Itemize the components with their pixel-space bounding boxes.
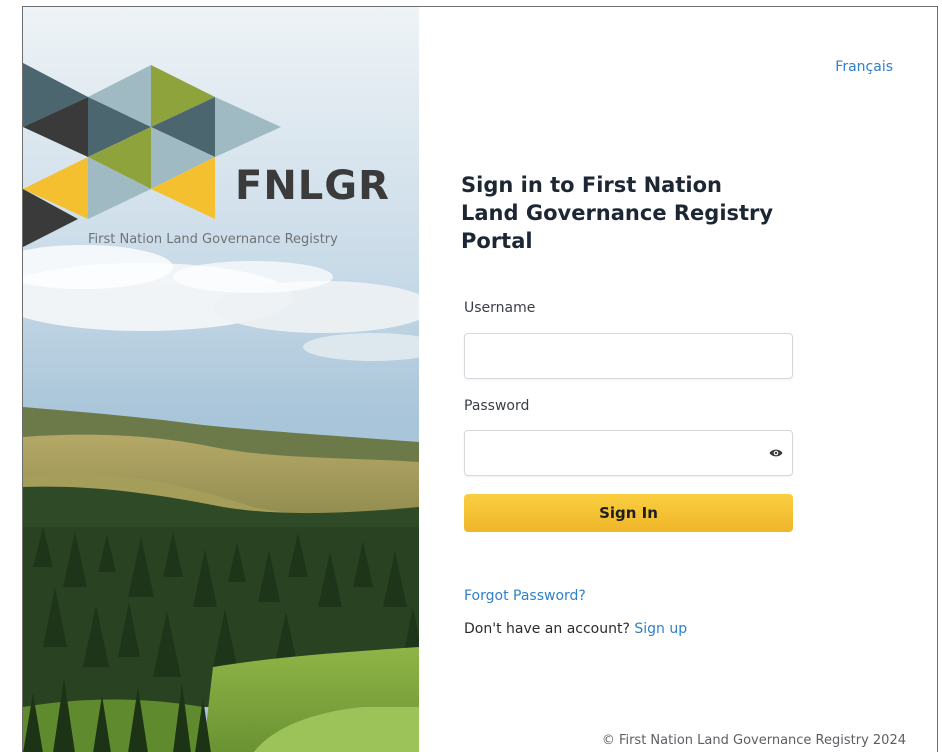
password-label: Password (464, 398, 530, 414)
landscape-image: FNLGR First Nation Land Governance Regis… (23, 7, 419, 752)
username-input[interactable] (464, 333, 793, 379)
logo-abbrev: FNLGR (235, 163, 390, 209)
no-account-text: Don't have an account? (464, 621, 630, 637)
login-window: FNLGR First Nation Land Governance Regis… (22, 6, 938, 752)
title-line-3: Portal (461, 229, 533, 253)
logo-full-name: First Nation Land Governance Registry (88, 232, 338, 247)
copyright-footer: © First Nation Land Governance Registry … (601, 733, 906, 748)
page-title: Sign in to First Nation Land Governance … (461, 171, 821, 255)
sign-in-button[interactable]: Sign In (464, 494, 793, 532)
eye-icon[interactable] (769, 447, 783, 459)
signin-panel: Français Sign in to First Nation Land Go… (419, 7, 937, 752)
password-input[interactable] (464, 430, 793, 476)
title-line-2: Land Governance Registry (461, 201, 774, 225)
username-label: Username (464, 300, 536, 316)
hero-panel: FNLGR First Nation Land Governance Regis… (23, 7, 419, 752)
signup-prompt: Don't have an account? Sign up (464, 621, 687, 637)
forgot-password-link[interactable]: Forgot Password? (464, 588, 586, 604)
sign-up-link[interactable]: Sign up (634, 621, 687, 637)
title-line-1: Sign in to First Nation (461, 173, 722, 197)
language-toggle-link[interactable]: Français (835, 59, 893, 75)
